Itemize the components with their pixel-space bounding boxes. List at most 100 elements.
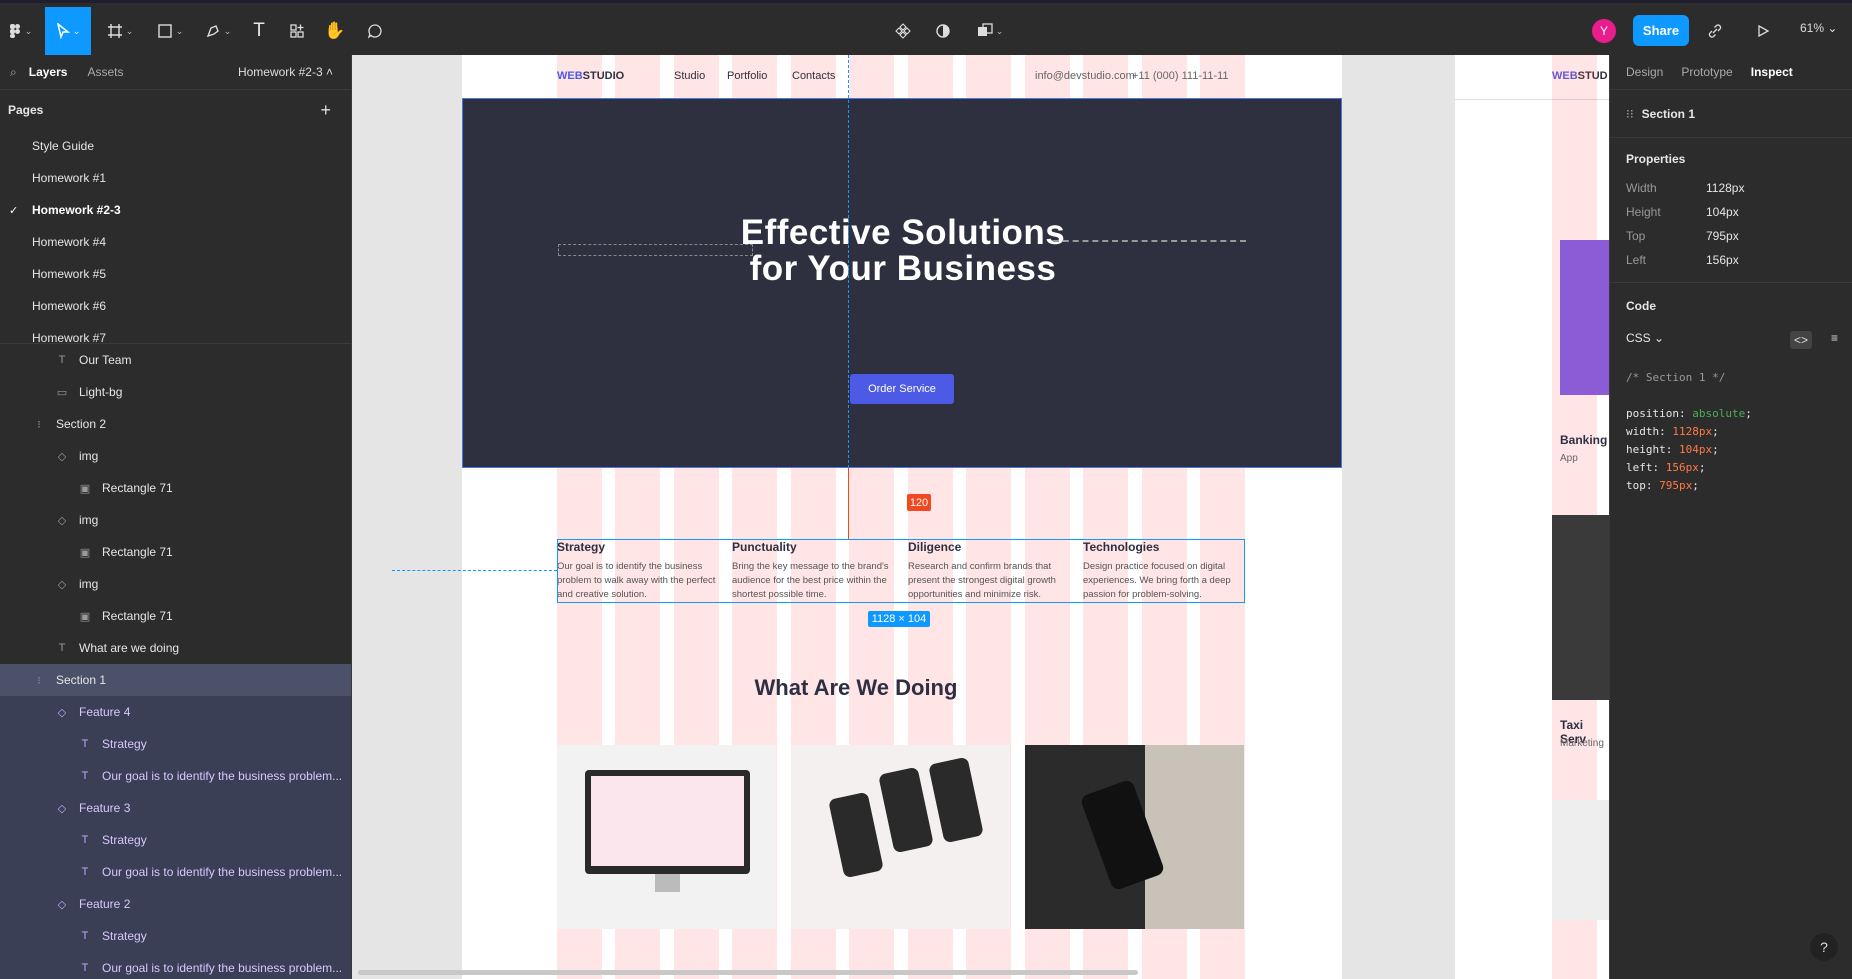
portfolio-card[interactable] (1025, 745, 1244, 929)
tab-assets[interactable]: Assets (87, 65, 123, 79)
portfolio-card[interactable] (557, 745, 776, 929)
size-badge: 1128 × 104 (868, 611, 930, 627)
layer-label: Strategy (102, 929, 147, 943)
help-icon[interactable]: ? (1810, 933, 1838, 961)
tab-prototype[interactable]: Prototype (1681, 65, 1732, 79)
layer-label: Our goal is to identify the business pro… (102, 769, 343, 783)
prop-value[interactable]: 156px (1706, 253, 1739, 267)
layer-label: Our Team (79, 353, 132, 367)
tab-layers[interactable]: Layers (29, 65, 68, 79)
comment-tool-icon[interactable] (360, 7, 390, 55)
code-line: height: 104px; (1626, 443, 1719, 456)
code-value: 795px (1659, 479, 1693, 492)
prop-value[interactable]: 795px (1706, 229, 1739, 243)
search-icon[interactable]: ⌕ (10, 65, 17, 80)
horizontal-scrollbar[interactable] (358, 970, 1138, 975)
layer-row[interactable]: T Strategy (0, 824, 351, 856)
layer-row[interactable]: ⁝ Section 2 (0, 408, 351, 440)
portfolio-card[interactable] (791, 745, 1010, 929)
mask-icon[interactable] (928, 7, 958, 55)
layer-row[interactable]: ◇ Feature 4 (0, 696, 351, 728)
layer-row[interactable]: T Our goal is to identify the business pr… (0, 856, 351, 888)
component-icon[interactable] (888, 7, 918, 55)
code-view-icon[interactable]: <> (1789, 331, 1812, 349)
text-tool-icon[interactable]: T (244, 7, 274, 55)
component-layer-icon: ◇ (57, 706, 67, 719)
layer-label: Feature 2 (79, 897, 131, 911)
layer-row[interactable]: ▣ Rectangle 71 (0, 600, 351, 632)
layer-row[interactable]: ◇ Feature 2 (0, 888, 351, 920)
page-item-current[interactable]: ✓ Homework #2-3 (0, 194, 351, 226)
share-button[interactable]: Share (1633, 15, 1689, 46)
layer-row[interactable]: ▣ Rectangle 71 (0, 536, 351, 568)
current-page-name: Homework #2-3 (237, 65, 323, 79)
page-item[interactable]: Style Guide (0, 130, 351, 162)
pen-tool-icon[interactable]: ⌄ (198, 7, 238, 55)
present-play-icon[interactable] (1748, 7, 1778, 55)
tab-inspect[interactable]: Inspect (1751, 65, 1793, 79)
page-item[interactable]: Homework #1 (0, 162, 351, 194)
nav-studio[interactable]: Studio (674, 70, 705, 82)
layer-label: img (79, 449, 99, 463)
layer-row[interactable]: T Strategy (0, 728, 351, 760)
zoom-level[interactable]: 61% ⌄ (1800, 21, 1837, 35)
code-language: CSS (1626, 331, 1651, 345)
move-tool-icon[interactable]: ⌄ (45, 7, 91, 55)
main-menu-icon[interactable]: ⌄ (2, 7, 38, 55)
layer-row[interactable]: ◇ img (0, 568, 351, 600)
code-block[interactable]: /* Section 1 */ position: absolute; widt… (1610, 369, 1852, 495)
frame-tool-icon[interactable]: ⌄ (100, 7, 140, 55)
add-page-icon[interactable]: + (320, 100, 331, 121)
layer-row[interactable]: ◇ Feature 3 (0, 792, 351, 824)
current-page-selector[interactable]: Homework #2-3 ˄ (238, 65, 333, 79)
properties-section: Properties Width 1128px Height 104px Top 79… (1610, 138, 1852, 283)
prop-key: Width (1626, 181, 1657, 195)
prop-value[interactable]: 1128px (1706, 181, 1744, 195)
text-layer-icon: T (81, 834, 89, 846)
page-item[interactable]: Homework #6 (0, 290, 351, 322)
canvas[interactable]: WEBSTUDIO Studio Portfolio Contacts info… (352, 55, 1609, 979)
link-icon[interactable] (1700, 7, 1730, 55)
code-value: 156px (1665, 461, 1699, 474)
layer-label: Strategy (102, 737, 147, 751)
layer-row[interactable]: ▭ Light-bg (0, 376, 351, 408)
layers-panel: ⌕ Layers Assets Homework #2-3 ˄ Pages + … (0, 55, 352, 979)
layer-label: Strategy (102, 833, 147, 847)
text-layer-icon: T (81, 930, 89, 942)
check-icon: ✓ (9, 204, 19, 217)
layer-row[interactable]: T Our Team (0, 344, 351, 376)
layer-row[interactable]: T Strategy (0, 920, 351, 952)
layer-row[interactable]: ◇ img (0, 440, 351, 472)
prop-key: Height (1626, 205, 1661, 219)
text-layer-icon: T (58, 354, 66, 366)
hand-tool-icon[interactable]: ✋ (320, 7, 350, 55)
boolean-icon[interactable]: ⌄ (970, 7, 1010, 55)
layer-row[interactable]: T Our goal is to identify the business pr… (0, 952, 351, 979)
what-we-do-heading: What Are We Doing (754, 675, 958, 700)
page-item[interactable]: Homework #4 (0, 226, 351, 258)
layer-row[interactable]: T What are we doing (0, 632, 351, 664)
nav-portfolio[interactable]: Portfolio (727, 70, 767, 82)
user-avatar[interactable]: Y (1592, 19, 1616, 43)
resources-icon[interactable] (282, 7, 312, 55)
page-item[interactable]: Homework #5 (0, 258, 351, 290)
layer-row[interactable]: ▣ Rectangle 71 (0, 472, 351, 504)
layer-row[interactable]: ◇ img (0, 504, 351, 536)
hero-section[interactable]: Effective Solutions for Your Business Or… (462, 98, 1342, 468)
code-prop: height: (1626, 443, 1679, 456)
second-page-frame[interactable]: WEBSTUD Banking App Taxi Serv Marketing (1455, 55, 1609, 979)
logo-accent: WEB (557, 70, 583, 82)
right-tabs: Design Prototype Inspect (1610, 55, 1852, 90)
layer-row[interactable]: T Our goal is to identify the business pr… (0, 760, 351, 792)
component-layer-icon: ◇ (57, 578, 67, 591)
project-subtitle: App (1560, 453, 1578, 464)
order-service-button[interactable]: Order Service (850, 374, 954, 404)
prop-value[interactable]: 104px (1706, 205, 1739, 219)
nav-contacts[interactable]: Contacts (792, 70, 835, 82)
list-view-icon[interactable]: ≡ (1831, 331, 1838, 345)
shape-tool-icon[interactable]: ⌄ (150, 7, 190, 55)
center-guide (848, 55, 849, 468)
tab-design[interactable]: Design (1626, 65, 1663, 79)
layer-row-selected[interactable]: ⁝ Section 1 (0, 664, 351, 696)
code-prop: position: (1626, 407, 1693, 420)
